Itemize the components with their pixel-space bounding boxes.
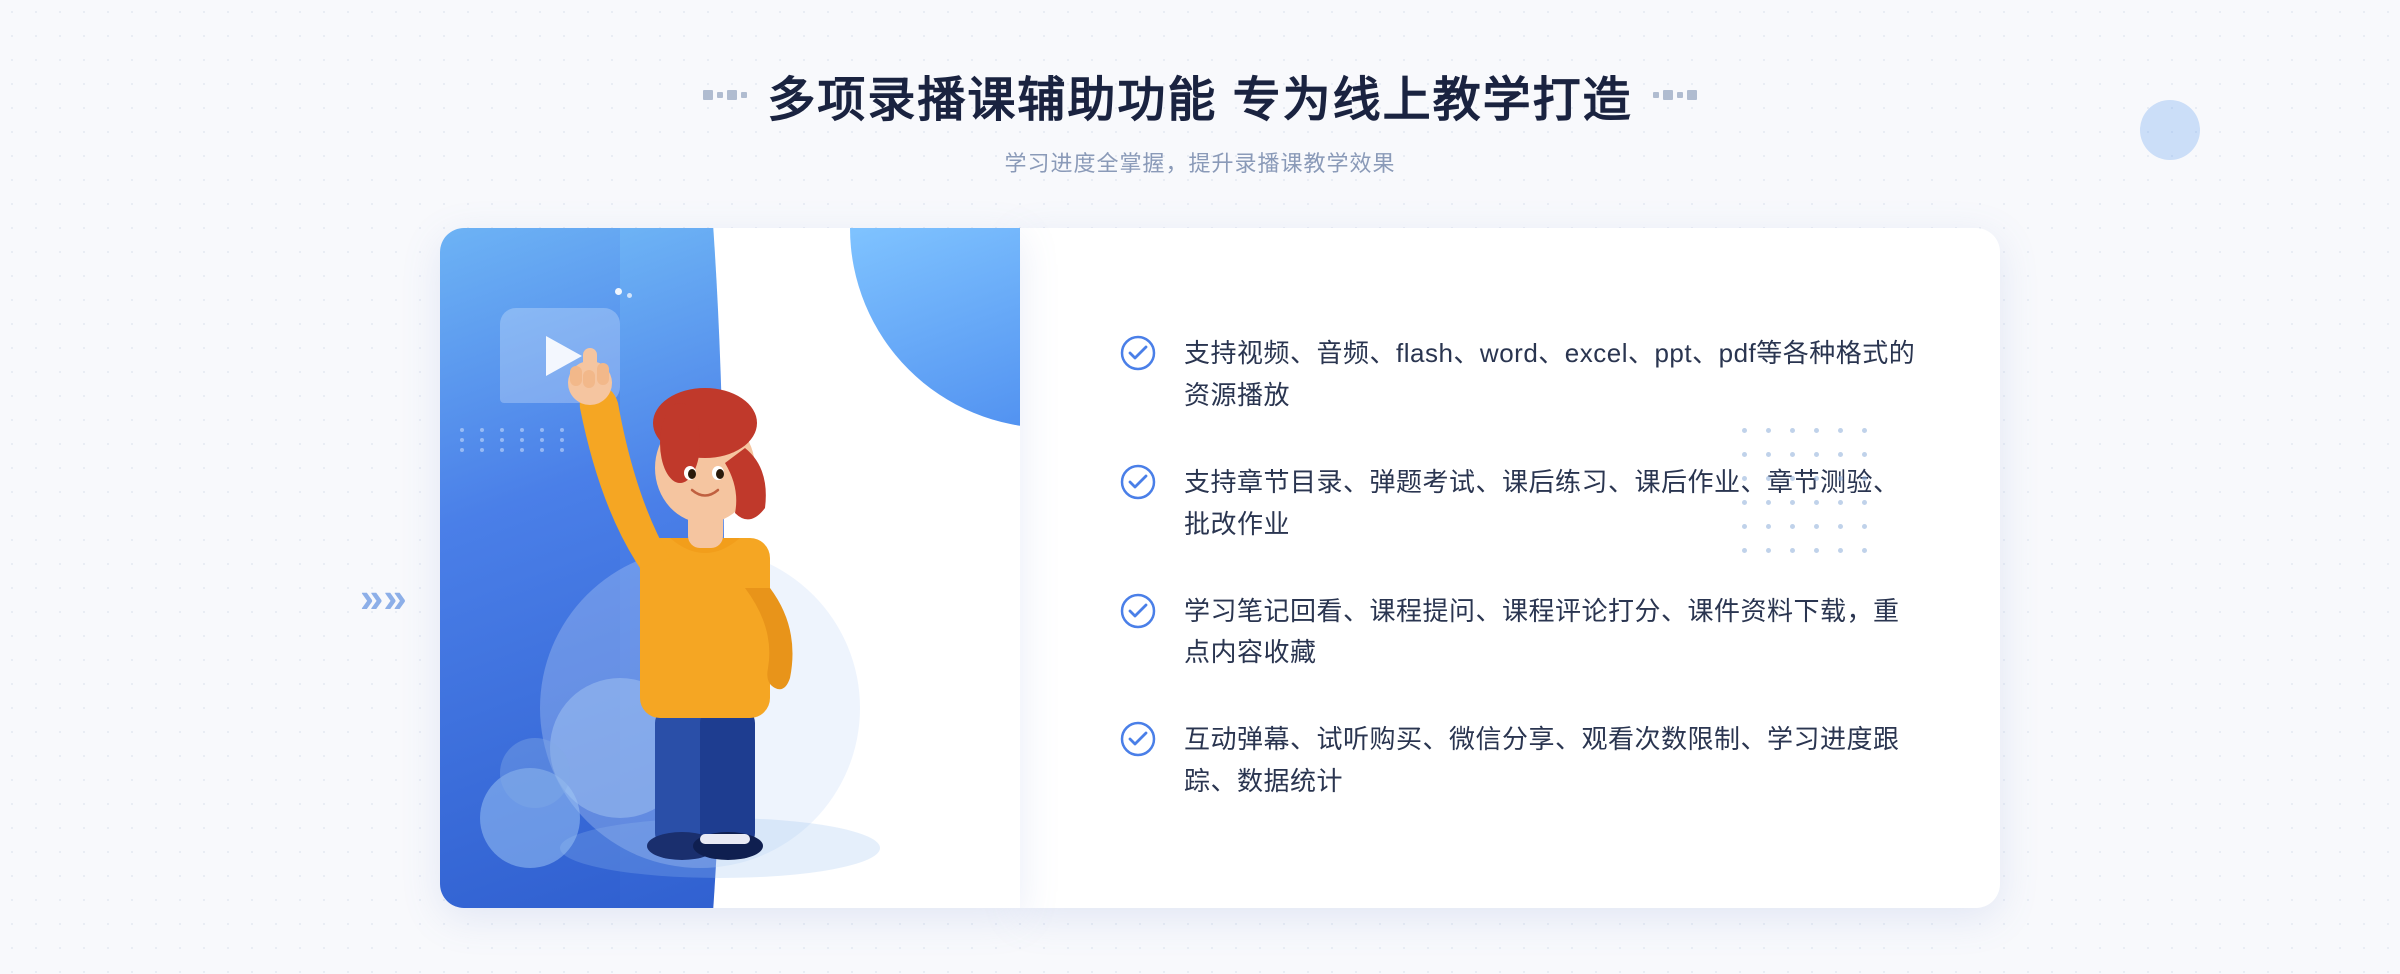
left-chevrons: »» [360,577,407,619]
page-container: 多项录播课辅助功能 专为线上教学打造 学习进度全掌握，提升录播课教学效果 [0,0,2400,974]
right-side-dots [1742,428,1880,566]
features-panel: 支持视频、音频、flash、word、excel、ppt、pdf等各种格式的资源… [1020,228,2000,908]
check-icon-4 [1120,721,1156,757]
right-decorator [1653,90,1697,100]
accent-circle [2140,100,2200,160]
feature-item-1: 支持视频、音频、flash、word、excel、ppt、pdf等各种格式的资源… [1120,333,1920,416]
title-row: 多项录播课辅助功能 专为线上教学打造 [703,60,1696,130]
feature-text-1: 支持视频、音频、flash、word、excel、ppt、pdf等各种格式的资源… [1184,333,1920,416]
check-icon-3 [1120,593,1156,629]
header-section: 多项录播课辅助功能 专为线上教学打造 学习进度全掌握，提升录播课教学效果 [703,0,1696,178]
feature-text-4: 互动弹幕、试听购买、微信分享、观看次数限制、学习进度跟踪、数据统计 [1184,719,1920,802]
feature-item-4: 互动弹幕、试听购买、微信分享、观看次数限制、学习进度跟踪、数据统计 [1120,719,1920,802]
feature-item-3: 学习笔记回看、课程提问、课程评论打分、课件资料下载，重点内容收藏 [1120,591,1920,674]
check-icon-2 [1120,464,1156,500]
content-area: »» 支持视频、音频、flash、word、excel、ppt、pdf等各种格式… [400,228,2000,968]
main-title: 多项录播课辅助功能 专为线上教学打造 [767,60,1632,130]
illustration-panel: »» [400,228,1020,968]
left-decorator [703,90,747,100]
feature-text-3: 学习笔记回看、课程提问、课程评论打分、课件资料下载，重点内容收藏 [1184,591,1920,674]
subtitle: 学习进度全掌握，提升录播课教学效果 [703,146,1696,178]
check-icon-1 [1120,335,1156,371]
